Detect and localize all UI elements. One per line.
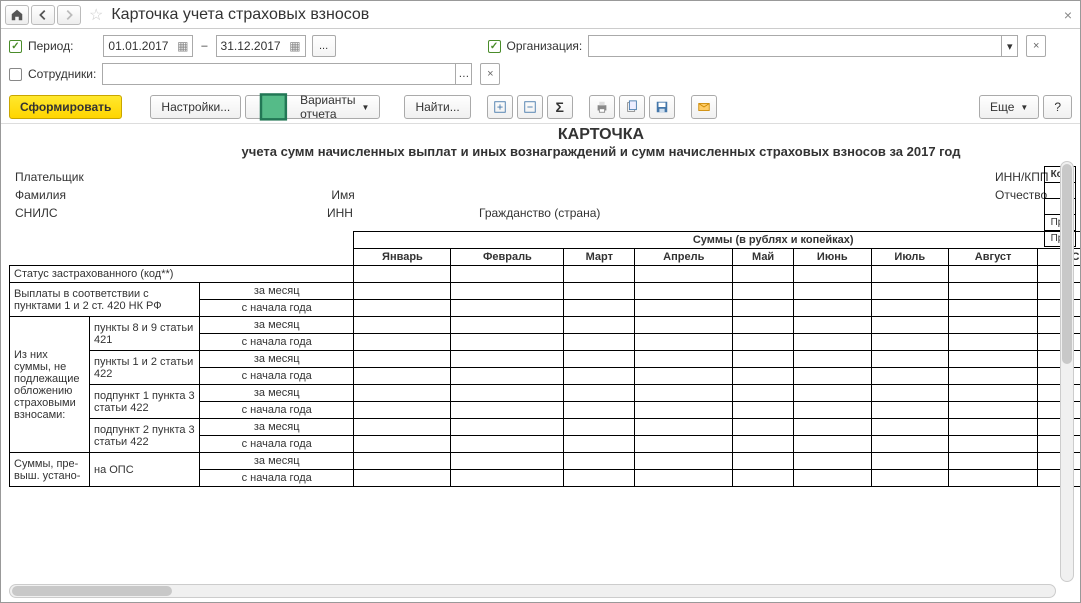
report-title: КАРТОЧКА (9, 126, 1080, 144)
home-button[interactable] (5, 5, 29, 25)
filter-bar-1: Период: 01.01.2017▦ – 31.12.2017▦ ... Ор… (1, 29, 1080, 61)
date-from-input[interactable]: 01.01.2017▦ (103, 35, 193, 57)
back-button[interactable] (31, 5, 55, 25)
employees-input[interactable]: … (102, 63, 472, 85)
generate-button[interactable]: Сформировать (9, 95, 122, 119)
horizontal-scrollbar[interactable] (9, 584, 1056, 598)
vertical-scrollbar[interactable] (1060, 161, 1074, 582)
report-subtitle: учета сумм начисленных выплат и иных воз… (9, 144, 1080, 159)
window-title: Карточка учета страховых взносов (111, 6, 369, 24)
calendar-icon[interactable]: ▦ (177, 39, 188, 53)
period-picker-button[interactable]: ... (312, 35, 336, 57)
sum-icon[interactable]: Σ (547, 95, 573, 119)
employees-picker-icon[interactable]: … (455, 64, 471, 84)
collapse-icon[interactable] (517, 95, 543, 119)
save-icon[interactable] (649, 95, 675, 119)
calendar-icon[interactable]: ▦ (289, 39, 300, 53)
org-label: Организация: (507, 39, 583, 53)
employees-checkbox[interactable] (9, 68, 22, 81)
print-icon[interactable] (589, 95, 615, 119)
action-toolbar: Сформировать Настройки... Варианты отчет… (1, 91, 1080, 124)
help-button[interactable]: ? (1043, 95, 1072, 119)
date-to-input[interactable]: 31.12.2017▦ (216, 35, 306, 57)
org-dropdown-icon[interactable]: ▾ (1001, 36, 1017, 56)
favorite-star-icon[interactable]: ☆ (89, 5, 103, 25)
period-checkbox[interactable] (9, 40, 22, 53)
employees-label: Сотрудники: (28, 67, 96, 81)
settings-button[interactable]: Настройки... (150, 95, 241, 119)
email-icon[interactable] (691, 95, 717, 119)
sums-header: Суммы (в рублях и копейках) (354, 232, 1080, 249)
forward-button[interactable] (57, 5, 81, 25)
find-button[interactable]: Найти... (404, 95, 470, 119)
app-window: ☆ Карточка учета страховых взносов × Пер… (0, 0, 1081, 603)
expand-icon[interactable] (487, 95, 513, 119)
report-viewport: Стр.* КАРТОЧКА учета сумм начисленных вы… (1, 124, 1080, 575)
report-variants-button[interactable]: Варианты отчета▼ (245, 95, 380, 119)
copy-icon[interactable] (619, 95, 645, 119)
info-block: Плательщик ИНН/КПП Фамилия Имя Отчество … (9, 167, 1080, 223)
more-button[interactable]: Еще▼ (979, 95, 1039, 119)
employees-clear-button[interactable]: × (480, 63, 500, 85)
org-checkbox[interactable] (488, 40, 501, 53)
close-button[interactable]: × (1064, 7, 1072, 23)
org-input[interactable]: ▾ (588, 35, 1018, 57)
titlebar: ☆ Карточка учета страховых взносов × (1, 1, 1080, 29)
org-clear-button[interactable]: × (1026, 35, 1046, 57)
period-label: Период: (28, 39, 73, 53)
data-table: Суммы (в рублях и копейках) ЯнварьФеврал… (9, 231, 1080, 487)
filter-bar-2: Сотрудники: … × (1, 61, 1080, 91)
